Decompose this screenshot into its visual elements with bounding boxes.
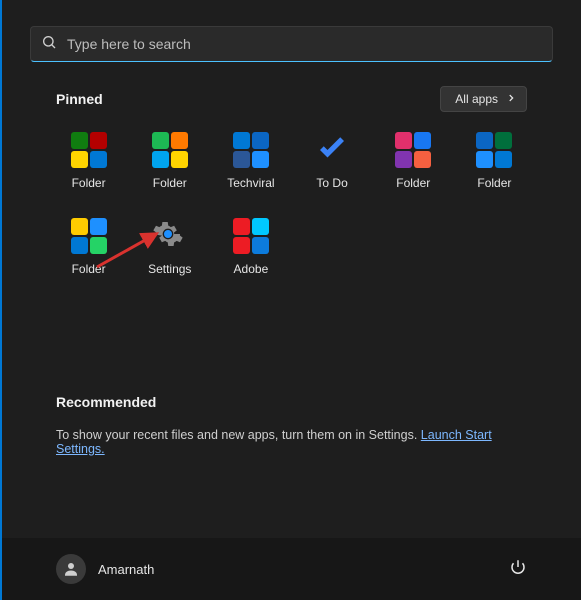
folder-icon [71,132,107,168]
power-icon [509,563,527,580]
tile-label: Folder [396,176,430,190]
tile-label: Folder [153,176,187,190]
tile-label: Folder [72,262,106,276]
pinned-grid: Folder Folder Techviral To Do Folder Folder Fo… [2,126,581,276]
folder-icon [476,132,512,168]
pinned-tile-folder-1[interactable]: Folder [129,132,210,190]
folder-icon [233,218,269,254]
footer: Amarnath [2,538,581,600]
search-input[interactable] [67,36,542,52]
tile-label: Techviral [227,176,274,190]
folder-icon [152,132,188,168]
chevron-right-icon [506,92,516,106]
tile-label: Settings [148,262,191,276]
pinned-tile-to-do-3[interactable]: To Do [291,132,372,190]
pinned-title: Pinned [56,91,103,107]
pinned-tile-folder-0[interactable]: Folder [48,132,129,190]
all-apps-button[interactable]: All apps [440,86,527,112]
all-apps-label: All apps [455,92,498,106]
search-box[interactable] [30,26,553,62]
pinned-tile-folder-4[interactable]: Folder [373,132,454,190]
power-button[interactable] [503,552,533,587]
user-account-button[interactable]: Amarnath [56,554,154,584]
tile-label: To Do [316,176,347,190]
pinned-tile-settings-7[interactable]: Settings [129,218,210,276]
recommended-text: To show your recent files and new apps, … [56,428,527,456]
pinned-tile-adobe-8[interactable]: Adobe [210,218,291,276]
recommended-title: Recommended [56,394,527,410]
tile-label: Adobe [234,262,269,276]
search-icon [41,34,57,55]
gear-icon [152,218,188,254]
pinned-tile-techviral-2[interactable]: Techviral [210,132,291,190]
checkmark-icon [314,132,350,168]
folder-icon [395,132,431,168]
user-name: Amarnath [98,562,154,577]
pinned-tile-folder-5[interactable]: Folder [454,132,535,190]
tile-label: Folder [72,176,106,190]
avatar [56,554,86,584]
folder-icon [71,218,107,254]
folder-icon [233,132,269,168]
tile-label: Folder [477,176,511,190]
pinned-tile-folder-6[interactable]: Folder [48,218,129,276]
